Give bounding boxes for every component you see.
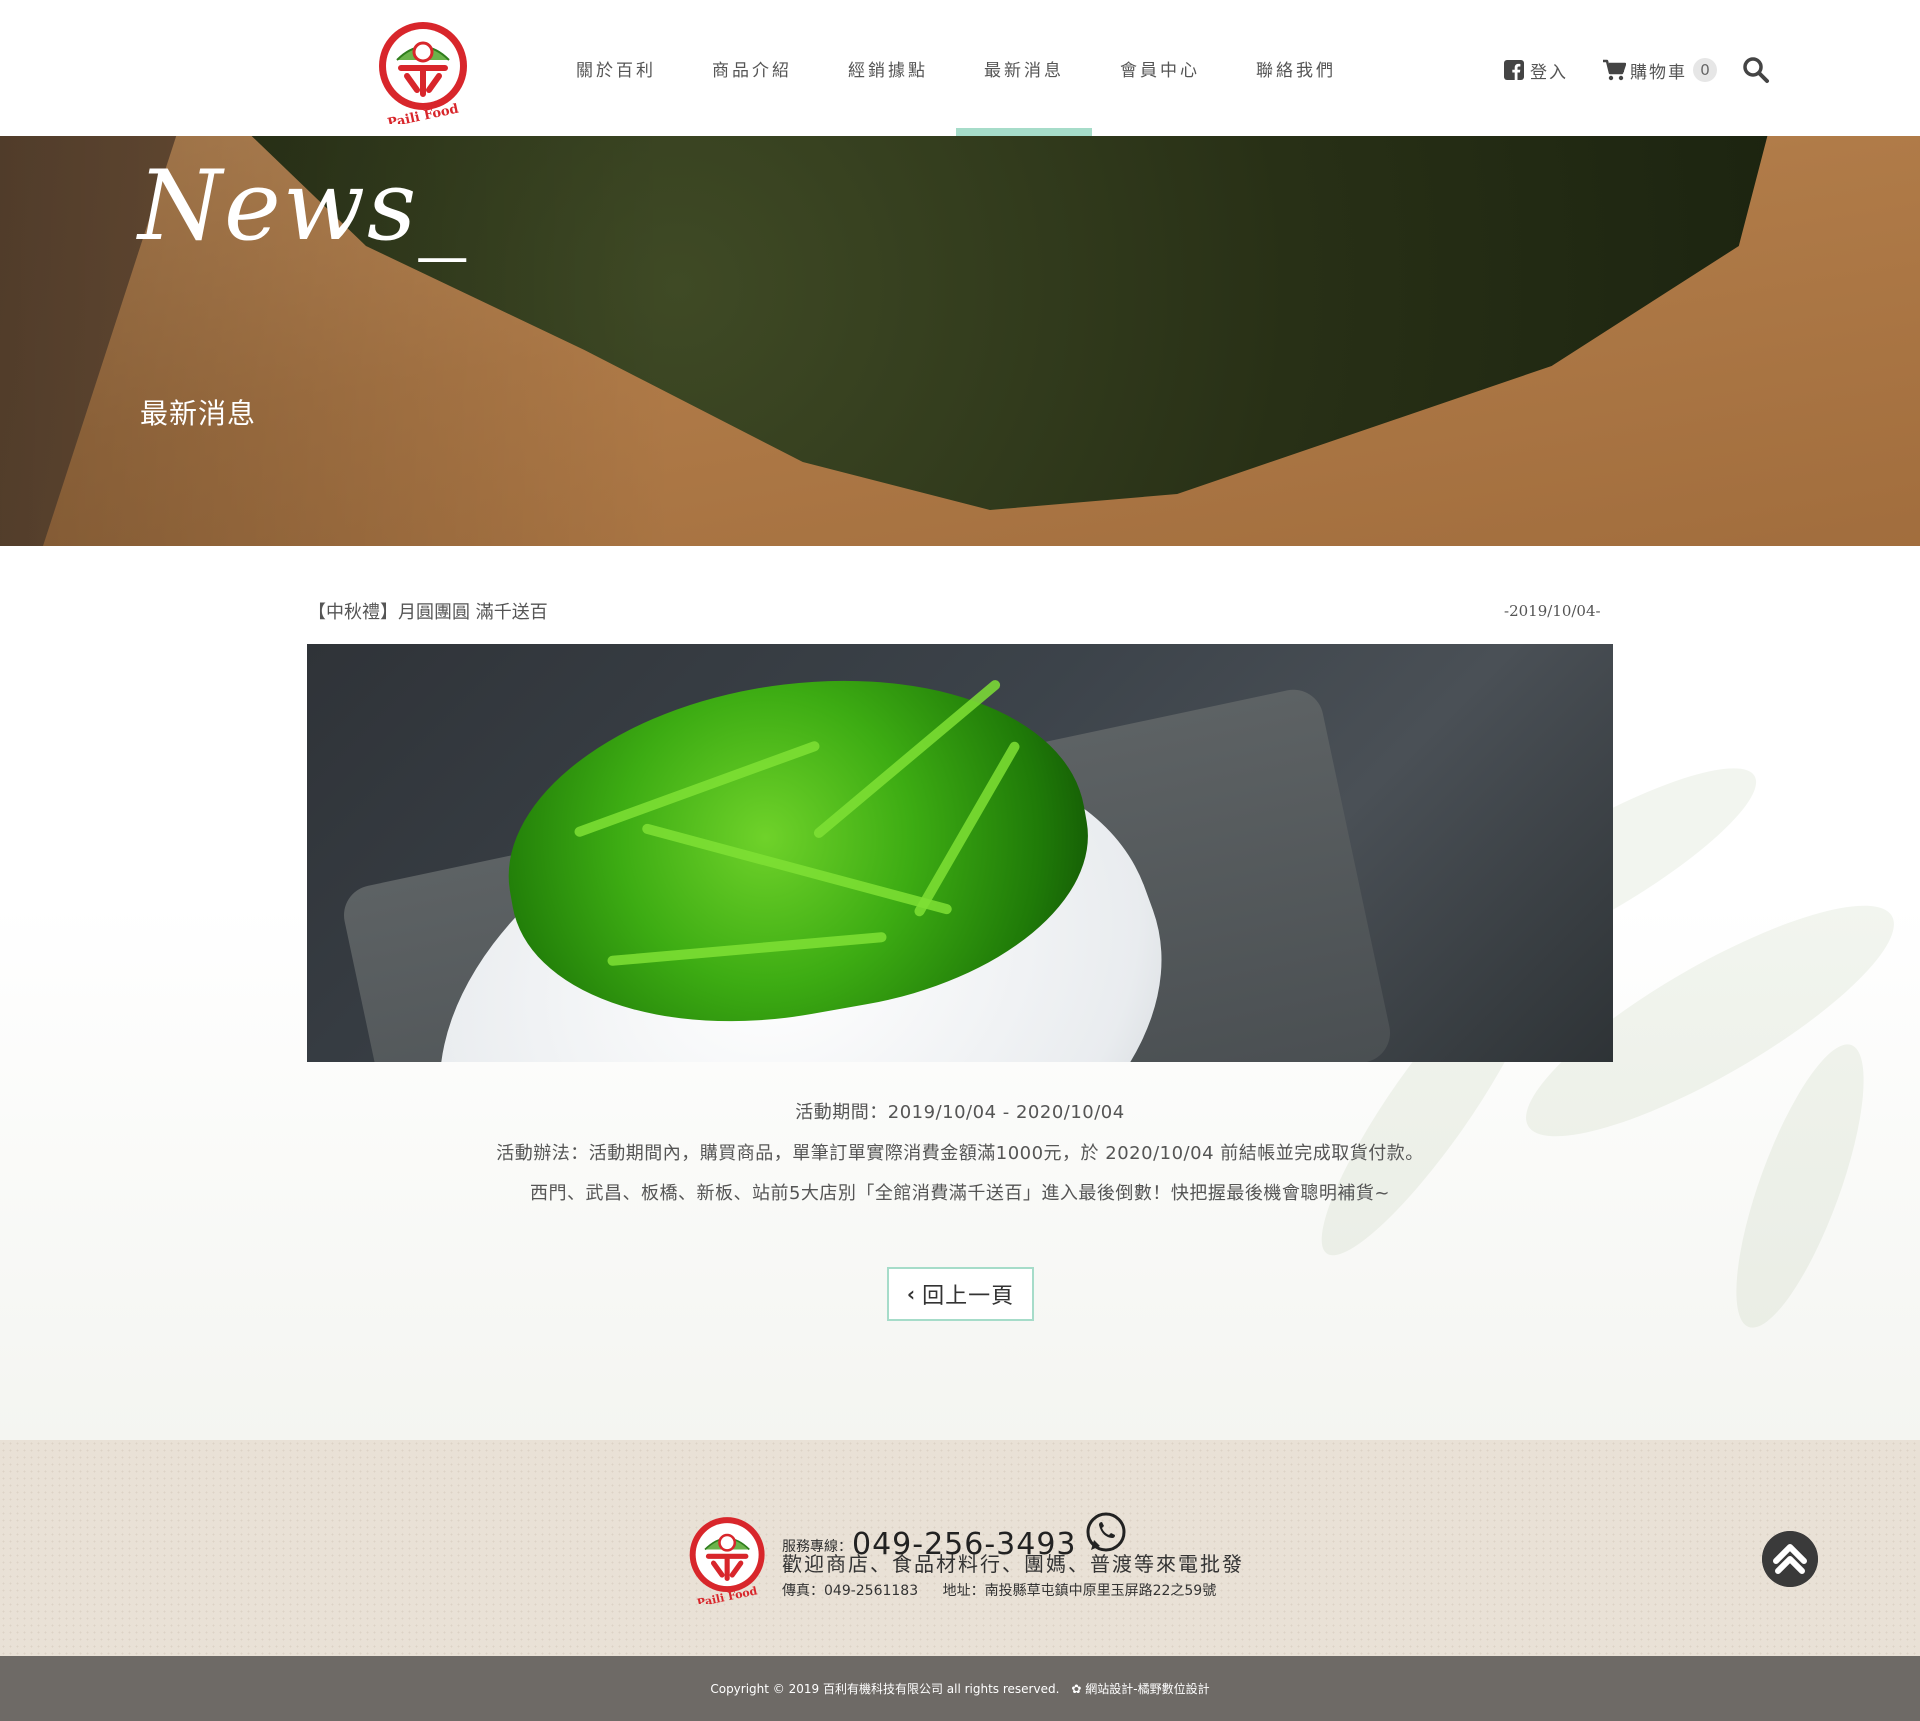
back-to-top-icon[interactable] bbox=[1762, 1531, 1818, 1587]
chevron-left-icon: ‹ bbox=[906, 1282, 917, 1306]
back-button-label: 回上一頁 bbox=[922, 1284, 1015, 1309]
nav-about[interactable]: 關於百利 bbox=[548, 0, 684, 136]
footer-fax: 傳真：049-2561183 bbox=[782, 1583, 919, 1599]
article-date: -2019/10/04- bbox=[1504, 602, 1601, 620]
cart-label: 購物車 bbox=[1630, 62, 1687, 83]
nav-member[interactable]: 會員中心 bbox=[1092, 0, 1228, 136]
nav-products[interactable]: 商品介紹 bbox=[684, 0, 820, 136]
article-image-seaweed-salad bbox=[307, 644, 1613, 1062]
paili-logo[interactable]: Paili Food bbox=[377, 16, 471, 124]
banner-subtitle: 最新消息 bbox=[140, 397, 257, 430]
cart-count-badge: 0 bbox=[1693, 58, 1717, 82]
login-link[interactable]: 登入 bbox=[1504, 55, 1568, 85]
nav-contact[interactable]: 聯絡我們 bbox=[1228, 0, 1364, 136]
cart-link[interactable]: 購物車 0 bbox=[1602, 55, 1717, 85]
designer-link[interactable]: ✿ 網站設計-橘野數位設計 bbox=[1071, 1680, 1209, 1697]
footer-address: 地址：南投縣草屯鎮中原里玉屏路22之59號 bbox=[942, 1583, 1217, 1599]
search-icon[interactable] bbox=[1742, 56, 1770, 84]
login-label: 登入 bbox=[1530, 62, 1568, 83]
site-header: Paili Food 關於百利 商品介紹 經銷據點 最新消息 會員中心 聯絡我們… bbox=[0, 0, 1920, 136]
footer-logo: Paili Food bbox=[689, 1517, 765, 1604]
footer-slogan: 歡迎商店、食品材料行、團媽、普渡等來電批發 bbox=[782, 1552, 1244, 1576]
article-line-rules: 活動辦法：活動期間內，購買商品，單筆訂單實際消費金額滿1000元，於 2020/… bbox=[496, 1143, 1424, 1164]
footer-contact: 傳真：049-2561183 地址：南投縣草屯鎮中原里玉屏路22之59號 bbox=[782, 1580, 1236, 1600]
facebook-icon bbox=[1504, 60, 1524, 80]
designer-label: 網站設計-橘野數位設計 bbox=[1085, 1682, 1210, 1696]
article-title: 【中秋禮】月圓團圓 滿千送百 bbox=[308, 602, 548, 623]
designer-logo-icon: ✿ bbox=[1071, 1682, 1086, 1696]
article-line-stores: 西門、武昌、板橋、新板、站前5大店別「全館消費滿千送百」進入最後倒數！快把握最後… bbox=[529, 1183, 1391, 1204]
banner-title: News_ bbox=[138, 150, 469, 262]
copyright-bar: Copyright © 2019 百利有機科技有限公司 all rights r… bbox=[0, 1656, 1920, 1721]
nav-dealers[interactable]: 經銷據點 bbox=[820, 0, 956, 136]
cart-icon bbox=[1603, 59, 1626, 81]
copyright-text: Copyright © 2019 百利有機科技有限公司 all rights r… bbox=[710, 1682, 1060, 1696]
nav-news[interactable]: 最新消息 bbox=[956, 0, 1092, 136]
main-nav: 關於百利 商品介紹 經銷據點 最新消息 會員中心 聯絡我們 bbox=[548, 0, 1364, 136]
article-line-period: 活動期間：2019/10/04 - 2020/10/04 bbox=[795, 1102, 1125, 1123]
back-button[interactable]: ‹ 回上一頁 bbox=[887, 1267, 1034, 1321]
